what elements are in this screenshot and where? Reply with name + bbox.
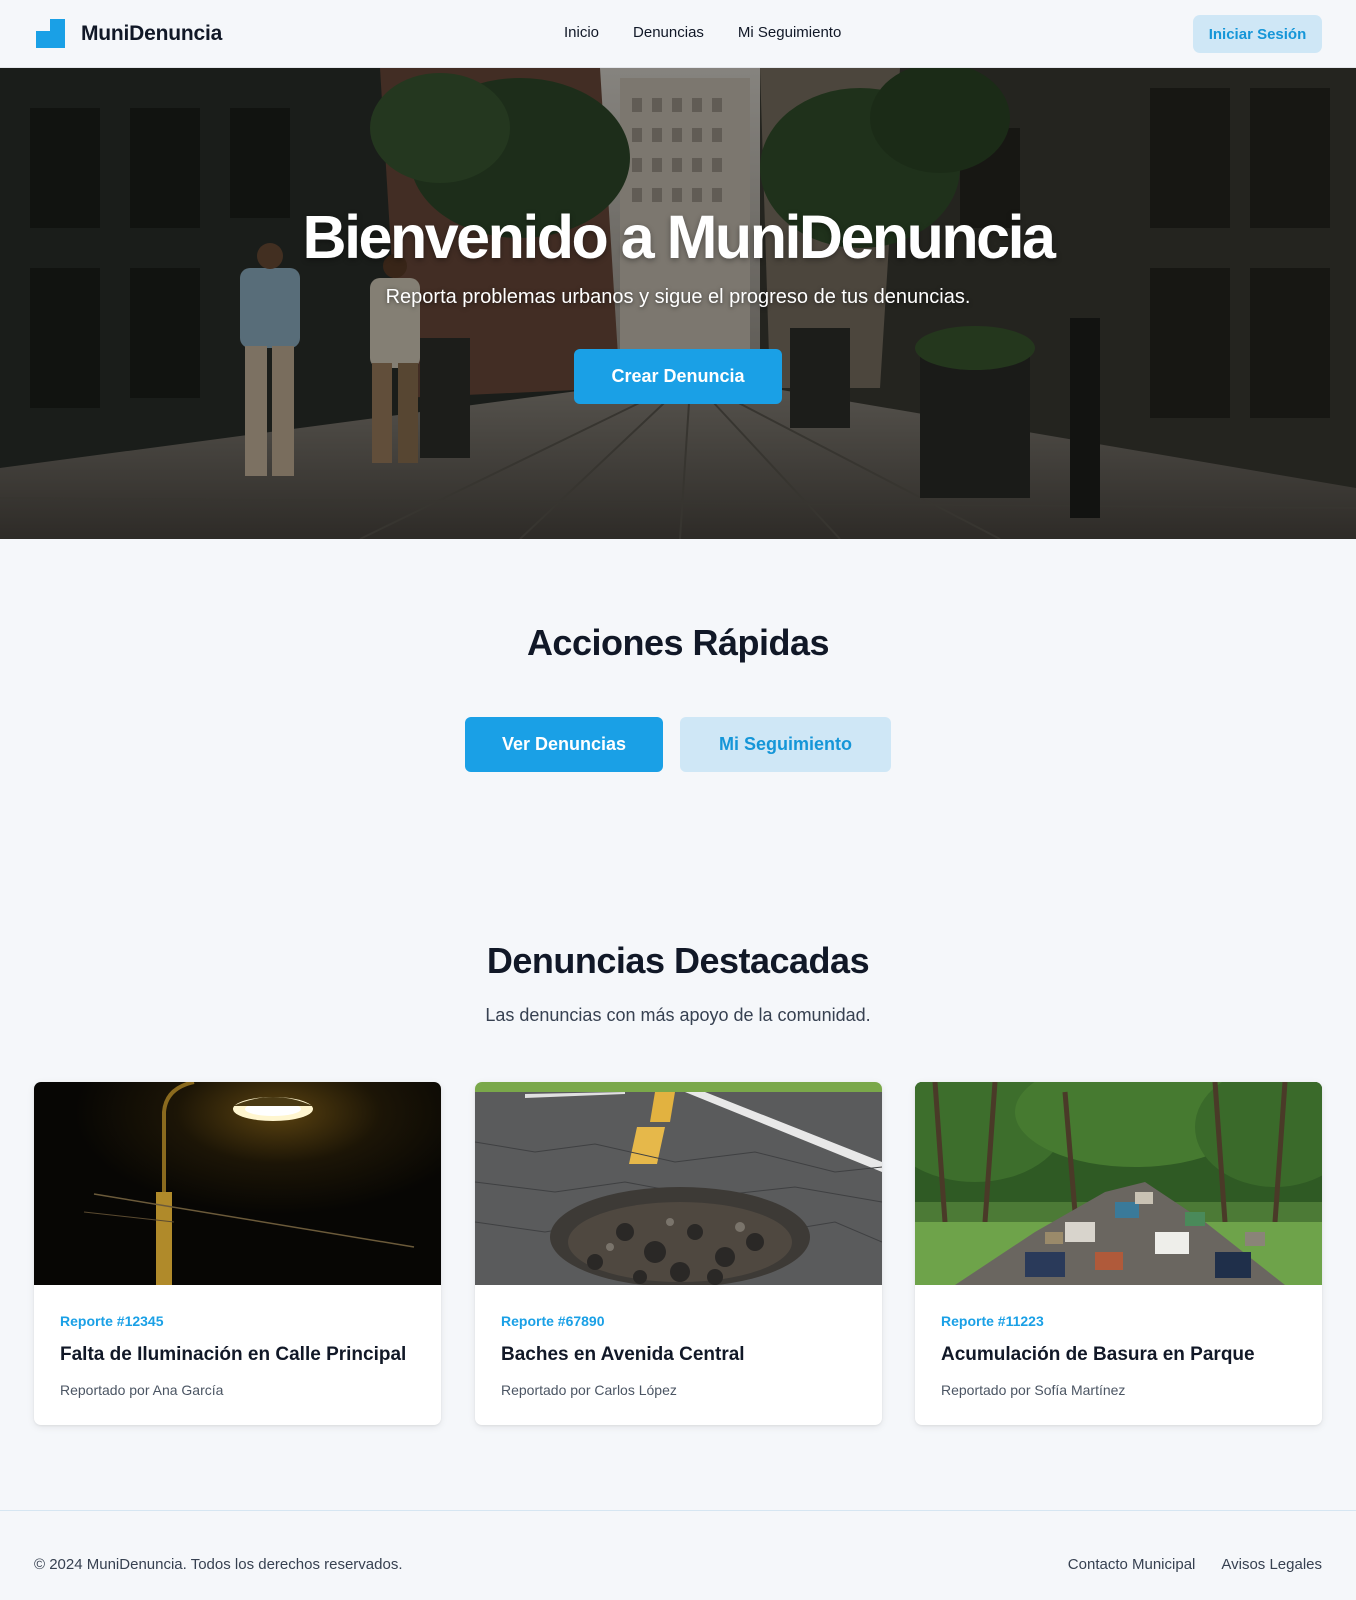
report-title: Acumulación de Basura en Parque [941, 1344, 1255, 1365]
footer-link-contact[interactable]: Contacto Municipal [1068, 1556, 1196, 1573]
report-code: Reporte #12345 [60, 1313, 164, 1329]
site-footer: © 2024 MuniDenuncia. Todos los derechos … [0, 1510, 1356, 1600]
report-code: Reporte #67890 [501, 1313, 605, 1329]
nav-link-denuncias[interactable]: Denuncias [633, 24, 704, 41]
report-title: Baches en Avenida Central [501, 1344, 745, 1365]
hero-title: Bienvenido a MuniDenuncia [302, 203, 1056, 271]
my-tracking-button[interactable]: Mi Seguimiento [680, 717, 891, 772]
report-author: Reportado por Ana García [60, 1382, 224, 1398]
report-card[interactable]: Reporte #67890 Baches en Avenida Central… [475, 1082, 882, 1425]
nav-link-mi-seguimiento[interactable]: Mi Seguimiento [738, 24, 841, 41]
report-author: Reportado por Carlos López [501, 1382, 677, 1398]
road-pothole-image [475, 1082, 882, 1285]
garbage-pile-park-image [915, 1082, 1322, 1285]
featured-title: Denuncias Destacadas [486, 940, 870, 981]
report-title: Falta de Iluminación en Calle Principal [60, 1344, 407, 1365]
copyright-text: © 2024 MuniDenuncia. Todos los derechos … [34, 1556, 403, 1573]
brand-logo[interactable]: MuniDenuncia [36, 19, 222, 48]
report-card[interactable]: Reporte #12345 Falta de Iluminación en C… [34, 1082, 441, 1425]
quick-actions-title: Acciones Rápidas [526, 622, 830, 663]
brand-name: MuniDenuncia [81, 21, 223, 45]
street-lamp-night-image [34, 1082, 441, 1285]
report-code: Reporte #11223 [941, 1313, 1044, 1329]
footer-links: Contacto Municipal Avisos Legales [1068, 1556, 1322, 1573]
report-card[interactable]: Reporte #11223 Acumulación de Basura en … [915, 1082, 1322, 1425]
hero-section: Bienvenido a MuniDenuncia Reporta proble… [0, 68, 1356, 539]
footer-link-legal[interactable]: Avisos Legales [1221, 1556, 1322, 1573]
hero-subtitle: Reporta problemas urbanos y sigue el pro… [385, 286, 971, 308]
view-reports-button[interactable]: Ver Denuncias [465, 717, 663, 772]
featured-subtitle: Las denuncias con más apoyo de la comuni… [485, 1005, 871, 1025]
logo-icon [36, 19, 65, 48]
site-header: MuniDenuncia Inicio Denuncias Mi Seguimi… [0, 0, 1356, 68]
main-nav: Inicio Denuncias Mi Seguimiento [564, 24, 841, 41]
create-report-button[interactable]: Crear Denuncia [574, 349, 782, 404]
nav-link-inicio[interactable]: Inicio [564, 24, 599, 41]
login-button[interactable]: Iniciar Sesión [1193, 15, 1322, 53]
report-author: Reportado por Sofía Martínez [941, 1382, 1126, 1398]
